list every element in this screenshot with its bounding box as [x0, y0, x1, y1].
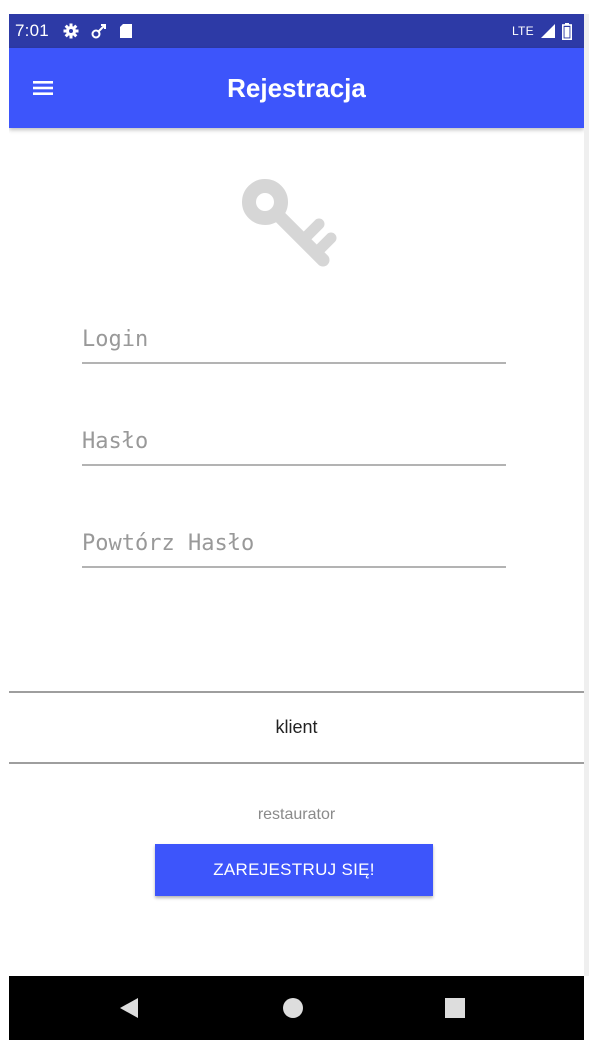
home-icon [283, 998, 303, 1018]
repeat-password-field [82, 512, 506, 568]
back-button[interactable] [113, 992, 145, 1024]
recent-apps-icon [445, 998, 465, 1018]
password-field [82, 410, 506, 466]
home-button[interactable] [277, 992, 309, 1024]
picker-divider-bottom [9, 762, 584, 764]
login-input[interactable] [82, 324, 506, 364]
signal-off-icon [91, 24, 106, 39]
picker-divider-top [9, 691, 584, 693]
account-type-option-klient[interactable]: klient [9, 707, 584, 747]
status-bar: 7:01 LTE [9, 14, 584, 48]
status-time: 7:01 [15, 21, 49, 40]
battery-icon [562, 22, 572, 40]
back-icon [120, 998, 138, 1018]
settings-icon [63, 23, 79, 39]
app-frame: 7:01 LTE Rejestracja Login klient restau… [9, 14, 584, 1040]
sd-card-icon [119, 24, 132, 38]
login-field [82, 308, 506, 364]
status-icons [63, 23, 133, 39]
key-icon [242, 179, 337, 267]
menu-button[interactable] [27, 72, 59, 104]
network-type: LTE [511, 24, 534, 38]
cell-signal-icon [541, 24, 555, 38]
navigation-bar [9, 976, 584, 1040]
screen-edge [584, 14, 589, 976]
register-button[interactable]: ZAREJESTRUJ SIĘ! [155, 844, 433, 896]
status-right: LTE [512, 14, 572, 48]
password-input[interactable] [82, 426, 506, 466]
account-type-option-restaurator[interactable]: restaurator [9, 800, 584, 830]
app-bar: Rejestracja [9, 48, 584, 128]
hamburger-menu-icon [33, 81, 53, 95]
repeat-password-input[interactable] [82, 528, 506, 568]
page-title: Rejestracja [227, 72, 366, 103]
recent-apps-button[interactable] [439, 992, 471, 1024]
